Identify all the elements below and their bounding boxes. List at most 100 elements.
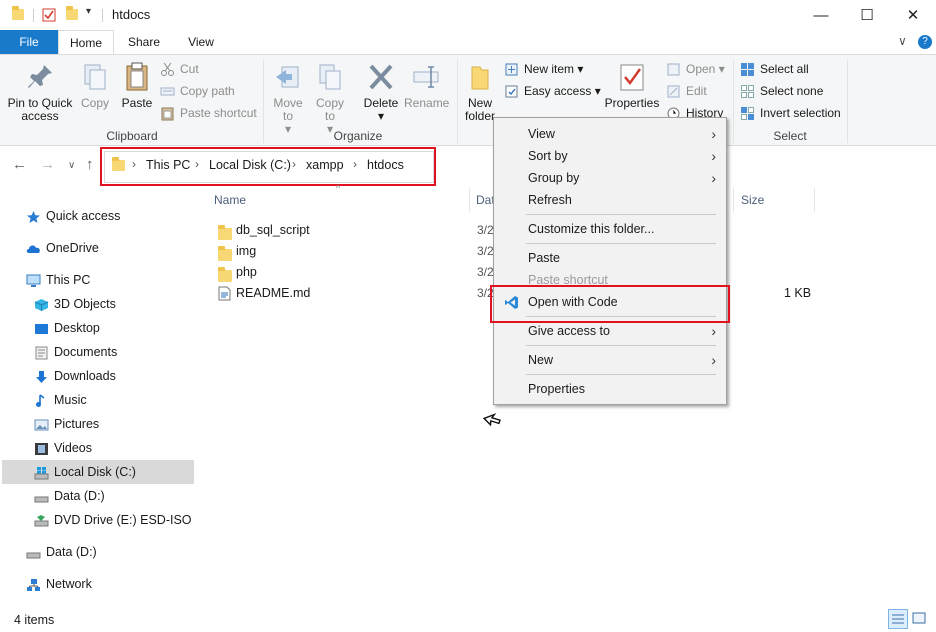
column-header-size[interactable]: Size (741, 193, 764, 207)
menu-item-sort-by[interactable]: Sort by › (494, 145, 726, 167)
select-none-icon (740, 84, 755, 99)
menu-separator (526, 374, 716, 375)
ribbon: Pin to Quick access Copy Paste Cut Copy … (0, 54, 936, 146)
cut-label: Cut (180, 62, 199, 76)
windows-drive-icon (34, 465, 49, 480)
drive-icon (34, 489, 49, 503)
menu-separator (526, 214, 716, 215)
menu-item-give-access[interactable]: Give access to › (494, 320, 726, 342)
file-row[interactable]: img (214, 240, 484, 262)
pin-to-quick-access-button[interactable]: Pin to Quick access (6, 61, 74, 123)
open-with-code-highlight-box (490, 285, 730, 323)
maximize-button[interactable]: ☐ (844, 0, 890, 30)
file-row[interactable]: php (214, 261, 484, 283)
paste-shortcut-button[interactable]: Paste shortcut (160, 103, 257, 123)
open-button[interactable]: Open ▾ (666, 59, 725, 79)
paste-label: Paste (121, 96, 153, 110)
tab-home[interactable]: Home (58, 30, 114, 55)
menu-item-view[interactable]: View › (494, 123, 726, 145)
nav-item-pictures[interactable]: Pictures (34, 413, 99, 435)
file-size: 1 KB (784, 286, 812, 300)
nav-item-downloads[interactable]: Downloads (34, 365, 116, 387)
close-button[interactable]: ✕ (890, 0, 936, 30)
open-label: Open (686, 62, 716, 76)
select-none-button[interactable]: Select none (740, 81, 823, 101)
file-name: README.md (236, 286, 311, 300)
menu-item-group-by[interactable]: Group by › (494, 167, 726, 189)
edit-button[interactable]: Edit (666, 81, 707, 101)
copy-icon (79, 61, 111, 93)
forward-arrow-icon[interactable]: → (40, 156, 55, 173)
nav-item-quick-access[interactable]: Quick access (26, 205, 120, 227)
file-date: 3/2 (477, 223, 494, 237)
select-all-label: Select all (760, 62, 809, 76)
tab-view[interactable]: View (174, 30, 228, 55)
menu-item-properties[interactable]: Properties (494, 378, 726, 400)
nav-item-documents[interactable]: Documents (34, 341, 117, 363)
file-row[interactable]: README.md (214, 282, 484, 304)
column-header-name[interactable]: Name (214, 193, 246, 207)
column-header-date[interactable]: Dat (476, 193, 495, 207)
move-to-button[interactable]: Move to ▾ (270, 61, 306, 136)
copy-path-button[interactable]: Copy path (160, 81, 235, 101)
column-divider[interactable] (733, 188, 734, 212)
address-highlight-box (100, 147, 436, 186)
paste-icon (121, 61, 153, 93)
minimize-button[interactable]: — (798, 0, 844, 30)
invert-selection-button[interactable]: Invert selection (740, 103, 841, 123)
menu-item-customize-folder[interactable]: Customize this folder... (494, 218, 726, 240)
context-menu: View › Sort by › Group by › Refresh Customi… (493, 117, 727, 405)
recent-locations-icon[interactable]: ∨ (68, 160, 75, 171)
nav-item-local-disk-c[interactable]: Local Disk (C:) (34, 461, 136, 483)
column-divider[interactable] (814, 188, 815, 212)
group-divider (847, 59, 848, 143)
nav-item-data-d-root[interactable]: Data (D:) (26, 541, 97, 563)
up-arrow-icon[interactable]: ↑ (86, 156, 94, 173)
menu-item-paste[interactable]: Paste (494, 247, 726, 269)
tab-file[interactable]: File (0, 30, 58, 55)
delete-button[interactable]: Delete ▾ (362, 61, 400, 123)
nav-item-data-d[interactable]: Data (D:) (34, 485, 105, 507)
new-item-button[interactable]: New item ▾ (504, 59, 583, 79)
collapse-ribbon-icon[interactable]: ∨ (898, 34, 907, 48)
edit-icon (666, 84, 681, 99)
new-folder-quick-icon[interactable] (66, 6, 80, 23)
help-icon[interactable]: ? (918, 35, 932, 49)
copy-to-button[interactable]: Copy to ▾ (312, 61, 348, 136)
column-divider[interactable] (469, 188, 470, 212)
nav-item-dvd-drive[interactable]: DVD Drive (E:) ESD-ISO (34, 509, 192, 531)
new-folder-button[interactable]: New folder (462, 61, 498, 123)
large-icons-view-icon[interactable] (910, 609, 930, 629)
open-icon (666, 62, 681, 77)
menu-separator (526, 345, 716, 346)
details-view-icon[interactable] (888, 609, 908, 629)
tab-share[interactable]: Share (114, 30, 174, 55)
computer-icon (26, 273, 41, 287)
back-arrow-icon[interactable]: ← (12, 156, 27, 173)
menu-item-new[interactable]: New › (494, 349, 726, 371)
nav-item-network[interactable]: Network (26, 573, 92, 595)
menu-item-refresh[interactable]: Refresh (494, 189, 726, 211)
file-row[interactable]: db_sql_script (214, 219, 484, 241)
nav-item-3d-objects[interactable]: 3D Objects (34, 293, 116, 315)
nav-item-this-pc[interactable]: This PC (26, 269, 90, 291)
properties-check-icon[interactable] (42, 7, 56, 22)
move-to-label: Move to ▾ (273, 96, 303, 136)
customize-toolbar-icon[interactable]: ▾ (86, 6, 100, 20)
cut-button[interactable]: Cut (160, 59, 199, 79)
nav-item-videos[interactable]: Videos (34, 437, 92, 459)
rename-button[interactable]: Rename (404, 61, 449, 110)
group-divider (733, 59, 734, 143)
copy-button[interactable]: Copy (78, 61, 112, 110)
film-icon (34, 441, 49, 455)
nav-item-onedrive[interactable]: OneDrive (26, 237, 99, 259)
easy-access-button[interactable]: Easy access ▾ (504, 81, 601, 101)
menu-separator (526, 243, 716, 244)
properties-button[interactable]: Properties (604, 61, 660, 110)
nav-item-desktop[interactable]: Desktop (34, 317, 100, 339)
paste-button[interactable]: Paste (118, 61, 156, 110)
nav-item-music[interactable]: Music (34, 389, 87, 411)
select-all-button[interactable]: Select all (740, 59, 809, 79)
download-arrow-icon (34, 369, 49, 383)
folder-icon (12, 6, 26, 23)
